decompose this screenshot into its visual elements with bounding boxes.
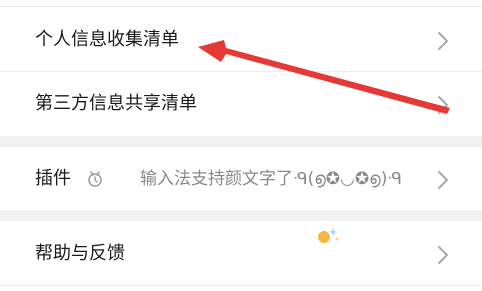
chevron-right-icon [438, 96, 448, 114]
settings-item-label: 第三方信息共享清单 [35, 93, 197, 114]
settings-item-third-party-share-list[interactable]: 第三方信息共享清单 [0, 72, 482, 136]
plugin-icon [88, 171, 102, 187]
chevron-right-icon [438, 32, 448, 50]
plugin-value-text: 输入法支持颜文字了ᑴ(൭✪◡✪൭)ᑴ [140, 169, 402, 189]
sparkle-icon [318, 228, 339, 243]
settings-item-personal-info-list[interactable]: 个人信息收集清单 [0, 7, 482, 71]
settings-item-label: 个人信息收集清单 [35, 29, 179, 50]
section-separator [0, 136, 482, 147]
section-separator [0, 210, 482, 221]
bottom-divider [0, 285, 482, 286]
settings-screen: 个人信息收集清单 第三方信息共享清单 插件 输入法支持颜文字了ᑴ(൭✪◡✪൭)ᑴ… [0, 0, 482, 291]
chevron-right-icon [438, 246, 448, 264]
settings-item-label: 插件 [35, 168, 71, 189]
settings-item-label: 帮助与反馈 [35, 243, 125, 264]
chevron-right-icon [438, 171, 448, 189]
settings-item-help-feedback[interactable]: 帮助与反馈 [0, 221, 482, 285]
settings-item-plugin[interactable]: 插件 输入法支持颜文字了ᑴ(൭✪◡✪൭)ᑴ [0, 147, 482, 210]
